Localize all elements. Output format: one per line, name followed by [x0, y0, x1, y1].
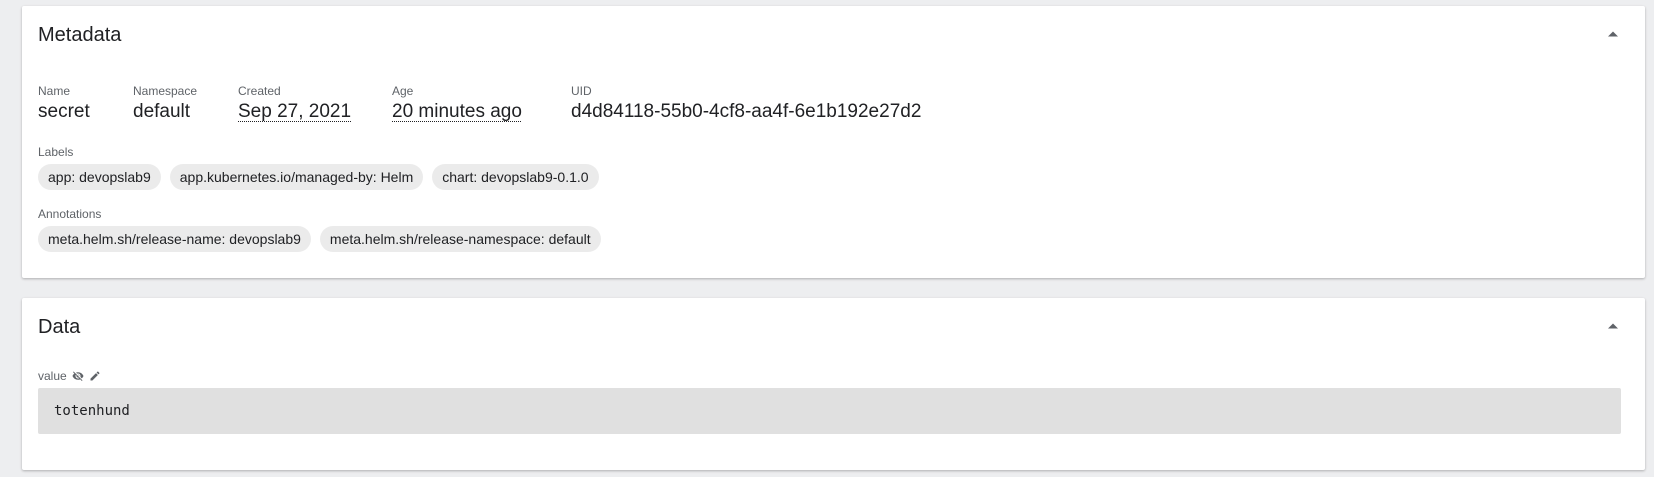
created-value[interactable]: Sep 27, 2021	[238, 100, 351, 124]
annotations-chip-list: meta.helm.sh/release-name: devopslab9 me…	[38, 226, 601, 252]
metadata-header[interactable]: Metadata	[38, 6, 1629, 62]
namespace-label: Namespace	[133, 84, 198, 98]
pencil-icon[interactable]	[89, 370, 101, 382]
data-entry-key: value	[38, 369, 67, 383]
created-label: Created	[238, 84, 281, 98]
chevron-up-icon	[1608, 323, 1618, 329]
data-entry-value[interactable]: totenhund	[38, 388, 1621, 434]
data-entry-label-row: value	[38, 368, 1621, 384]
chevron-up-icon	[1608, 31, 1618, 37]
annotation-chip: meta.helm.sh/release-name: devopslab9	[38, 226, 311, 252]
labels-title: Labels	[38, 145, 74, 159]
labels-chip-list: app: devopslab9 app.kubernetes.io/manage…	[38, 164, 599, 190]
annotations-section: Annotations meta.helm.sh/release-name: d…	[38, 207, 601, 252]
annotation-chip: meta.helm.sh/release-namespace: default	[319, 226, 601, 252]
labels-section: Labels app: devopslab9 app.kubernetes.io…	[38, 145, 599, 190]
name-label: Name	[38, 84, 71, 98]
age-field: Age 20 minutes ago	[392, 84, 522, 124]
created-field: Created Sep 27, 2021	[238, 84, 351, 124]
data-panel: Data value totenhund	[22, 298, 1645, 470]
name-value: secret	[38, 101, 90, 122]
data-title: Data	[38, 316, 81, 338]
label-chip: app: devopslab9	[38, 164, 161, 190]
age-label: Age	[392, 84, 414, 98]
annotations-title: Annotations	[38, 207, 102, 221]
namespace-value: default	[133, 101, 191, 122]
uid-field: UID d4d84118-55b0-4cf8-aa4f-6e1b192e27d2	[571, 84, 921, 124]
data-header[interactable]: Data	[38, 298, 1629, 354]
label-chip: app.kubernetes.io/managed-by: Helm	[169, 164, 424, 190]
metadata-collapse-button[interactable]	[1599, 20, 1627, 48]
age-value[interactable]: 20 minutes ago	[392, 100, 522, 124]
metadata-title: Metadata	[38, 24, 122, 46]
data-entry: value totenhund	[38, 368, 1621, 434]
namespace-field: Namespace default	[133, 84, 197, 124]
uid-value: d4d84118-55b0-4cf8-aa4f-6e1b192e27d2	[571, 101, 922, 122]
metadata-panel: Metadata Name secret Namespace default C…	[22, 6, 1645, 278]
name-field: Name secret	[38, 84, 90, 124]
uid-label: UID	[571, 84, 592, 98]
data-collapse-button[interactable]	[1599, 312, 1627, 340]
label-chip: chart: devopslab9-0.1.0	[432, 164, 599, 190]
eye-off-icon[interactable]	[72, 370, 84, 382]
